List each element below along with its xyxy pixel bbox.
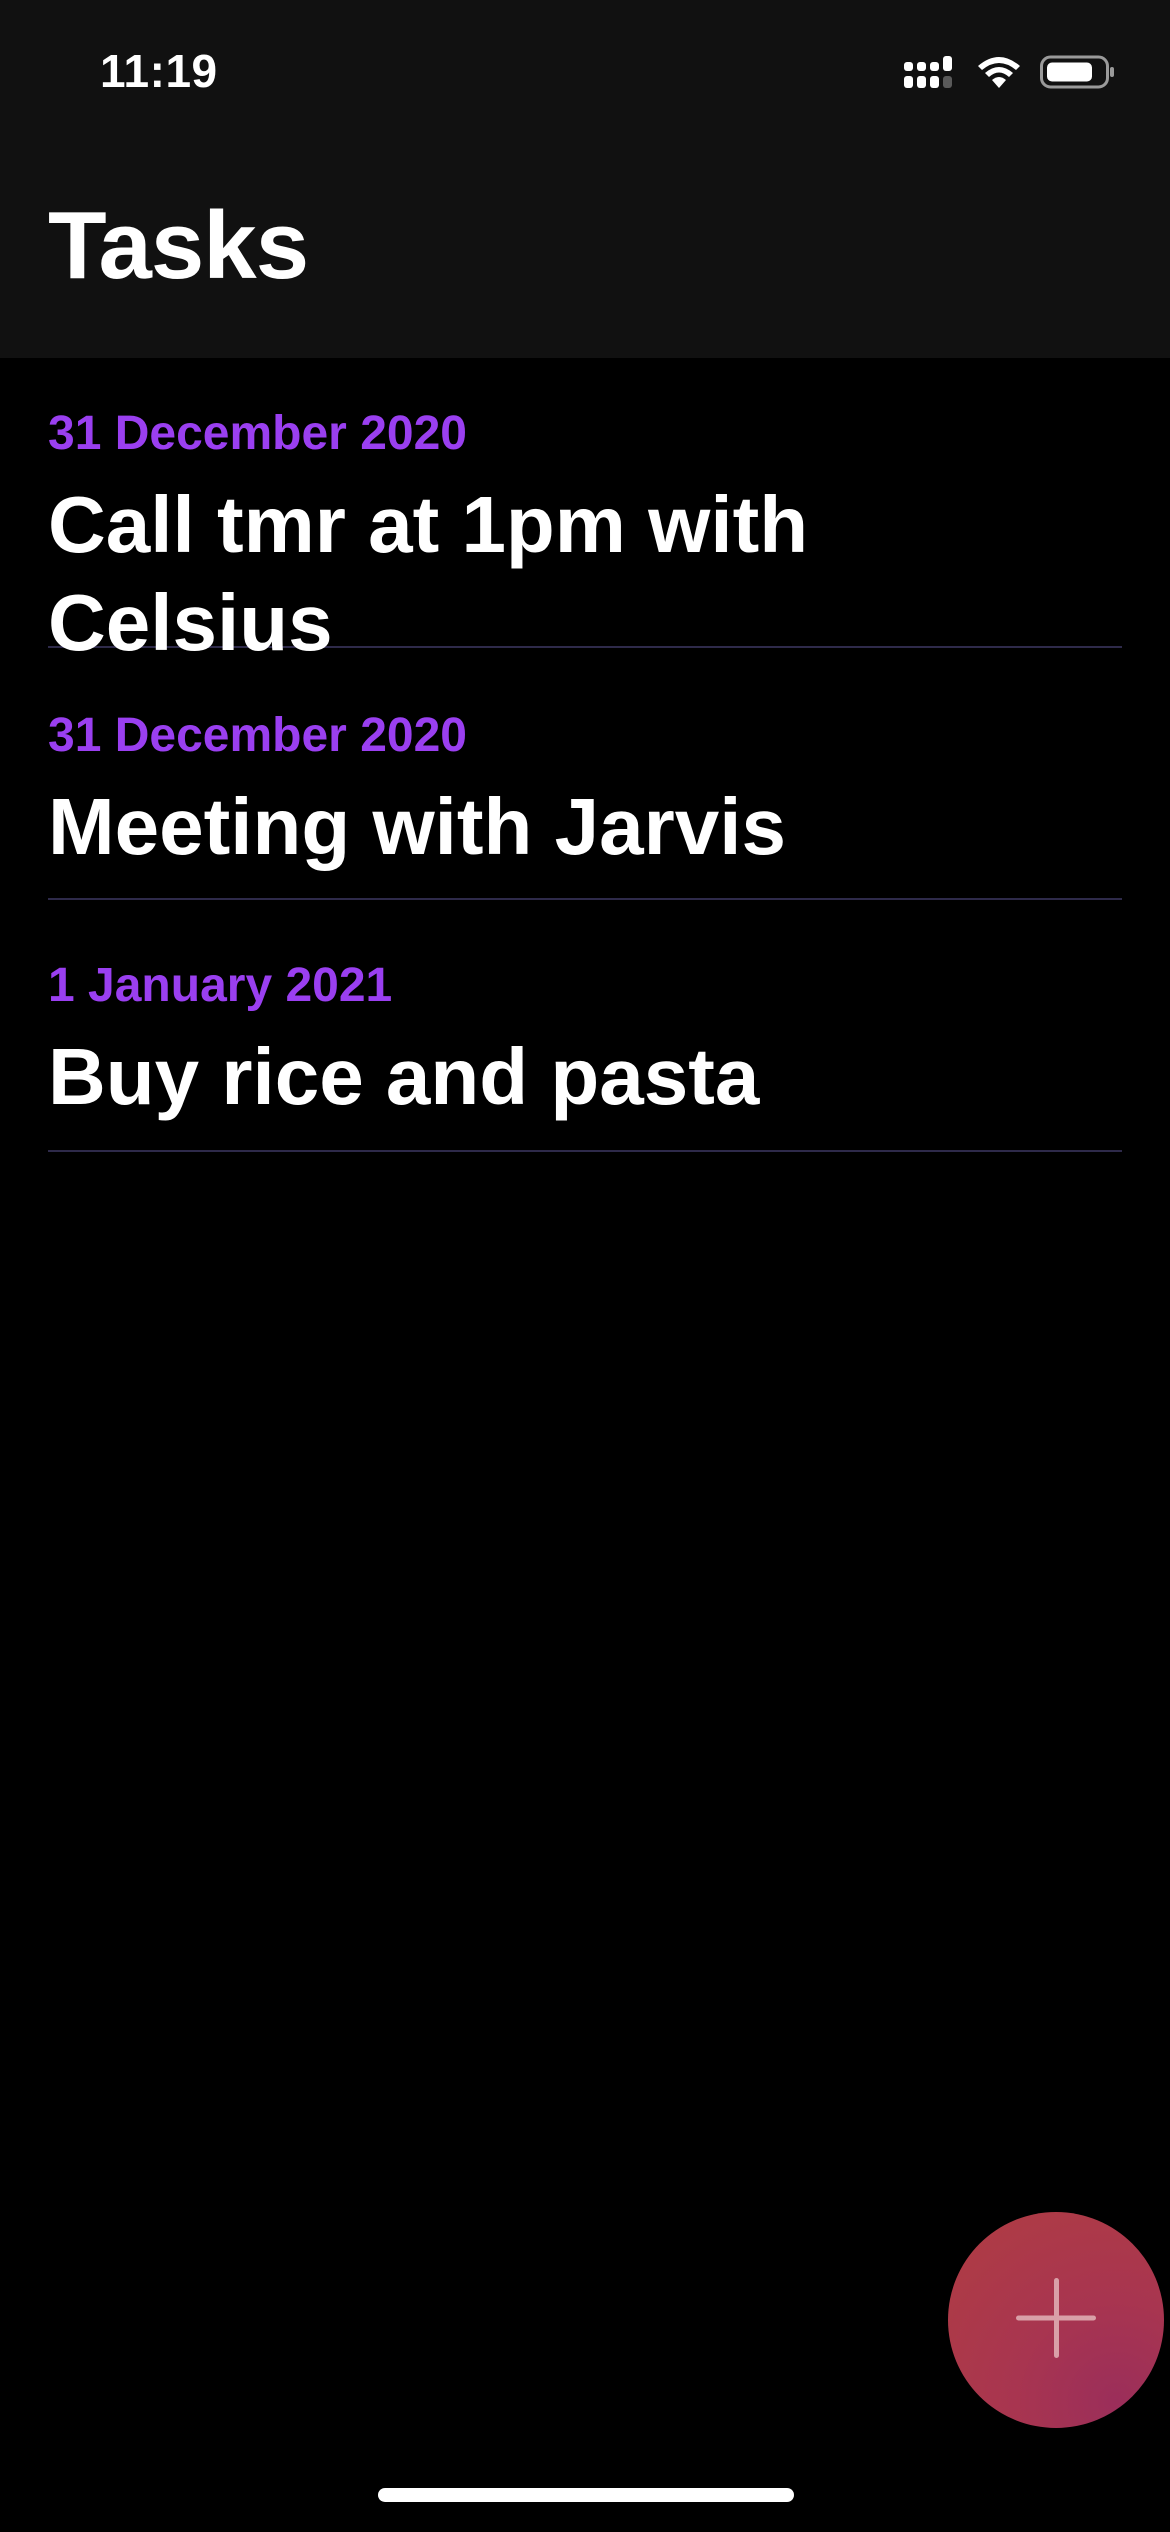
- wifi-icon: [976, 54, 1022, 95]
- cellular-signal-icon: [904, 54, 958, 95]
- task-title: Meeting with Jarvis: [48, 782, 786, 871]
- status-time: 11:19: [100, 45, 218, 97]
- battery-icon: [1040, 54, 1116, 95]
- task-title: Call tmr at 1pm with Celsius: [48, 480, 809, 667]
- task-date: 1 January 2021: [48, 959, 393, 1012]
- task-item[interactable]: 31 December 2020 Call tmr at 1pm with Ce…: [48, 358, 1122, 667]
- add-task-button[interactable]: [948, 2212, 1164, 2428]
- navigation-header: 11:19 Tasks: [0, 0, 1170, 358]
- page-title: Tasks: [48, 192, 309, 299]
- status-icons: [904, 52, 1116, 96]
- home-indicator: [378, 2488, 794, 2502]
- task-date: 31 December 2020: [48, 407, 467, 460]
- plus-icon: [1014, 2276, 1098, 2365]
- task-item[interactable]: 1 January 2021 Buy rice and pasta: [48, 900, 1122, 1152]
- task-item[interactable]: 31 December 2020 Meeting with Jarvis: [48, 648, 1122, 900]
- task-date: 31 December 2020: [48, 709, 467, 762]
- task-list: 31 December 2020 Call tmr at 1pm with Ce…: [48, 358, 1122, 1152]
- task-title: Buy rice and pasta: [48, 1032, 760, 1121]
